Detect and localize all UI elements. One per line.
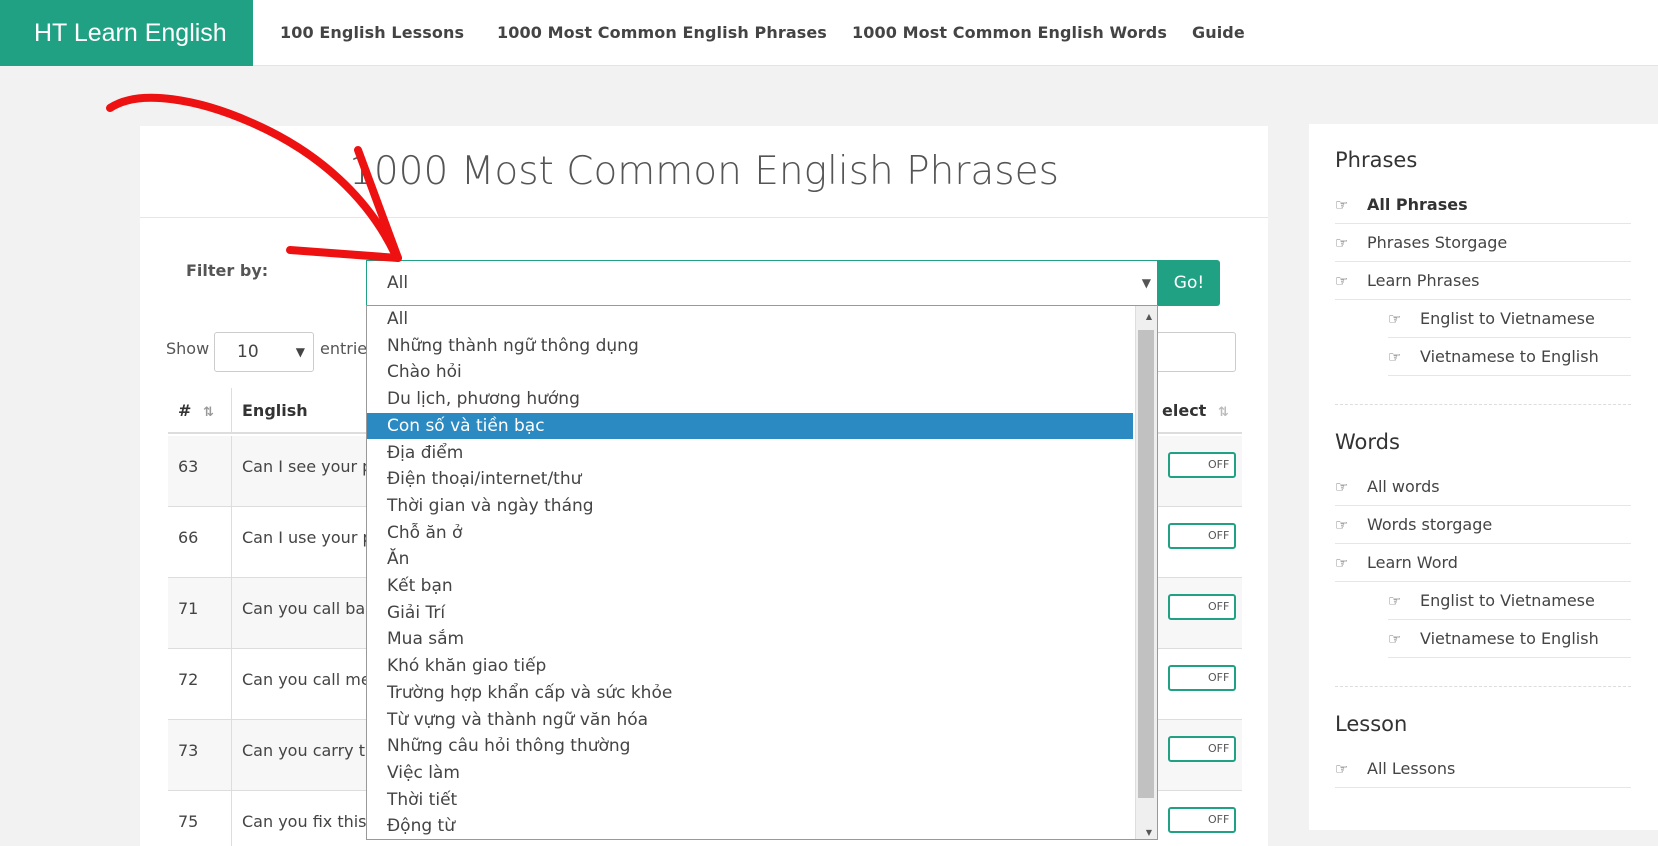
brand-logo[interactable]: HT Learn English xyxy=(0,0,253,66)
sort-icon: ⇅ xyxy=(1217,405,1229,420)
dropdown-option[interactable]: Động từ xyxy=(367,813,1133,839)
hand-pointer-icon: ☞ xyxy=(1388,348,1402,366)
table-header-number[interactable]: # ⇅ xyxy=(168,388,232,434)
filter-select-value: All xyxy=(387,273,409,293)
row-number: 66 xyxy=(178,528,199,547)
dropdown-option[interactable]: Con số và tiền bạc xyxy=(367,412,1133,440)
dropdown-option[interactable]: Địa điểm xyxy=(367,440,1133,467)
sidebar-item-learn-phrases[interactable]: ☞ Learn Phrases xyxy=(1335,262,1631,300)
sidebar-item-words-storage[interactable]: ☞ Words storgage xyxy=(1335,506,1631,544)
hand-pointer-icon: ☞ xyxy=(1335,196,1349,214)
hand-pointer-icon: ☞ xyxy=(1335,272,1349,290)
sidebar-title-phrases: Phrases xyxy=(1335,148,1418,172)
row-english: Can you carry t xyxy=(242,741,365,760)
top-navbar: HT Learn English 100 English Lessons 100… xyxy=(0,0,1658,66)
sidebar-subitem-en-vi[interactable]: ☞ Englist to Vietnamese xyxy=(1388,582,1631,620)
hand-pointer-icon: ☞ xyxy=(1335,234,1349,252)
entries-label: entrie xyxy=(320,339,368,358)
hand-pointer-icon: ☞ xyxy=(1388,630,1402,648)
chevron-down-icon: ▼ xyxy=(1141,276,1151,290)
sidebar-item-phrases-storage[interactable]: ☞ Phrases Storgage xyxy=(1335,224,1631,262)
dropdown-option[interactable]: Khó khăn giao tiếp xyxy=(367,653,1133,680)
dropdown-option[interactable]: Giải Trí xyxy=(367,600,1133,627)
dropdown-option[interactable]: Mua sắm xyxy=(367,626,1133,653)
dropdown-option[interactable]: Điện thoại/internet/thư xyxy=(367,466,1133,493)
row-number: 63 xyxy=(178,457,199,476)
nav-link-lessons[interactable]: 100 English Lessons xyxy=(280,0,464,66)
select-toggle[interactable]: OFF xyxy=(1168,665,1236,691)
row-number: 75 xyxy=(178,812,199,831)
select-toggle[interactable]: OFF xyxy=(1168,523,1236,549)
select-toggle[interactable]: OFF xyxy=(1168,594,1236,620)
select-toggle[interactable]: OFF xyxy=(1168,736,1236,762)
dropdown-option[interactable]: All xyxy=(367,306,1133,333)
entries-select-value: 10 xyxy=(237,342,259,362)
row-english: Can you fix this xyxy=(242,812,367,831)
row-english: Can I see your p xyxy=(242,457,373,476)
dropdown-option[interactable]: Những câu hỏi thông thường xyxy=(367,733,1133,760)
sidebar-subitem-vi-en[interactable]: ☞ Vietnamese to English xyxy=(1388,620,1631,658)
scroll-up-icon[interactable]: ▲ xyxy=(1146,312,1152,321)
sidebar-item-all-lessons[interactable]: ☞ All Lessons xyxy=(1335,750,1631,788)
hand-pointer-icon: ☞ xyxy=(1335,516,1349,534)
row-english: Can you call me xyxy=(242,670,371,689)
nav-link-phrases[interactable]: 1000 Most Common English Phrases xyxy=(497,0,827,66)
sidebar-item-all-phrases[interactable]: ☞ All Phrases xyxy=(1335,186,1631,224)
sidebar-item-all-words[interactable]: ☞ All words xyxy=(1335,468,1631,506)
sort-icon: ⇅ xyxy=(202,405,214,420)
hand-pointer-icon: ☞ xyxy=(1335,554,1349,572)
search-input[interactable] xyxy=(1150,332,1236,372)
sidebar-subitem-vi-en[interactable]: ☞ Vietnamese to English xyxy=(1388,338,1631,376)
nav-link-words[interactable]: 1000 Most Common English Words xyxy=(852,0,1167,66)
chevron-down-icon: ▼ xyxy=(295,345,305,359)
sidebar: Phrases ☞ All Phrases ☞ Phrases Storgage ☞… xyxy=(1309,124,1658,830)
scroll-down-icon[interactable]: ▼ xyxy=(1146,828,1152,837)
dropdown-option[interactable]: Du lịch, phương hướng xyxy=(367,386,1133,413)
hand-pointer-icon: ☞ xyxy=(1388,310,1402,328)
go-button[interactable]: Go! xyxy=(1158,260,1220,306)
dropdown-option[interactable]: Kết bạn xyxy=(367,573,1133,600)
sidebar-subitem-en-vi[interactable]: ☞ Englist to Vietnamese xyxy=(1388,300,1631,338)
hand-pointer-icon: ☞ xyxy=(1388,592,1402,610)
page-title: 1000 Most Common English Phrases xyxy=(140,126,1268,218)
dropdown-option[interactable]: Chào hỏi xyxy=(367,359,1133,386)
select-toggle[interactable]: OFF xyxy=(1168,452,1236,478)
filter-dropdown-list: All Những thành ngữ thông dụng Chào hỏi Du … xyxy=(366,305,1158,840)
table-header-select[interactable]: elect ⇅ xyxy=(1162,388,1242,434)
row-number: 72 xyxy=(178,670,199,689)
row-number: 73 xyxy=(178,741,199,760)
dropdown-option[interactable]: Những thành ngữ thông dụng xyxy=(367,333,1133,360)
dropdown-option[interactable]: Chỗ ăn ở xyxy=(367,520,1133,547)
dropdown-option[interactable]: Thời gian và ngày tháng xyxy=(367,493,1133,520)
dropdown-option[interactable]: Ăn xyxy=(367,546,1133,573)
row-number: 71 xyxy=(178,599,199,618)
nav-link-guide[interactable]: Guide xyxy=(1192,0,1245,66)
scrollbar-thumb[interactable] xyxy=(1138,330,1154,798)
filter-select[interactable]: All ▼ xyxy=(366,260,1158,306)
dropdown-option[interactable]: Việc làm xyxy=(367,760,1133,787)
sidebar-title-lesson: Lesson xyxy=(1335,712,1408,736)
dropdown-option[interactable]: Thời tiết xyxy=(367,787,1133,814)
hand-pointer-icon: ☞ xyxy=(1335,478,1349,496)
show-label: Show xyxy=(166,339,210,358)
sidebar-title-words: Words xyxy=(1335,430,1400,454)
row-english: Can I use your p xyxy=(242,528,373,547)
dropdown-option[interactable]: Trường hợp khẩn cấp và sức khỏe xyxy=(367,680,1133,707)
dropdown-option[interactable]: Từ vựng và thành ngữ văn hóa xyxy=(367,707,1133,734)
dropdown-scrollbar[interactable]: ▲ ▼ xyxy=(1135,306,1157,839)
row-english: Can you call ba xyxy=(242,599,366,618)
hand-pointer-icon: ☞ xyxy=(1335,760,1349,778)
select-toggle[interactable]: OFF xyxy=(1168,807,1236,833)
filter-label: Filter by: xyxy=(186,261,269,280)
entries-select[interactable]: 10 ▼ xyxy=(214,332,314,372)
sidebar-item-learn-word[interactable]: ☞ Learn Word xyxy=(1335,544,1631,582)
